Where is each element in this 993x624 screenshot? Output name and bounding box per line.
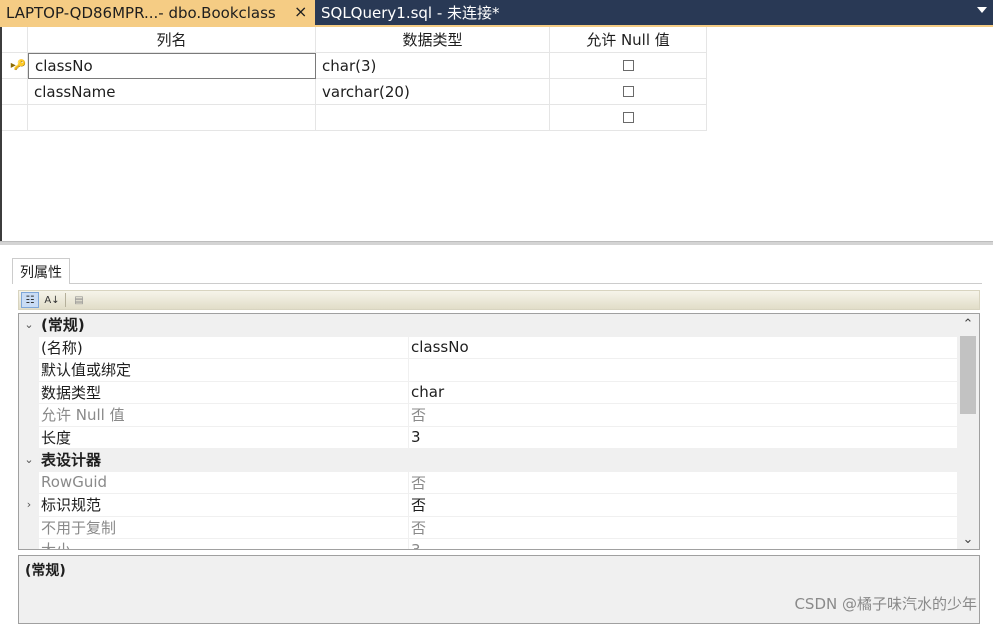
tab-bookclass-label: LAPTOP-QD86MPR...- dbo.Bookclass — [6, 3, 276, 22]
table-row[interactable] — [2, 105, 707, 131]
collapse-icon[interactable]: ⌄ — [19, 449, 39, 471]
allow-null-checkbox[interactable] — [622, 86, 634, 97]
description-title: (常规) — [25, 563, 66, 579]
row-gutter — [19, 381, 39, 403]
property-value — [411, 314, 957, 336]
column-name-cell[interactable] — [28, 105, 316, 131]
property-name: RowGuid — [41, 471, 409, 493]
property-value[interactable]: 否 — [411, 517, 957, 539]
property-pages-icon[interactable]: ▤ — [70, 292, 88, 308]
property-row[interactable]: (名称) classNo — [19, 336, 957, 359]
property-grid-scrollbar[interactable]: ⌃ ⌄ — [957, 314, 979, 549]
property-name: 长度 — [41, 426, 409, 448]
property-category[interactable]: ⌄ 表设计器 — [19, 449, 957, 472]
property-name: 数据类型 — [41, 381, 409, 403]
row-gutter — [19, 471, 39, 493]
table-row[interactable]: className varchar(20) — [2, 79, 707, 105]
property-name: 不用于复制 — [41, 516, 409, 538]
data-type-cell[interactable]: varchar(20) — [316, 79, 550, 105]
property-name: 大小 — [41, 539, 409, 549]
property-value[interactable]: 否 — [411, 494, 957, 516]
tab-dropdown-icon[interactable] — [977, 7, 987, 13]
row-gutter — [19, 426, 39, 448]
property-row[interactable]: 数据类型 char — [19, 381, 957, 404]
scroll-down-icon[interactable]: ⌄ — [957, 529, 979, 549]
categorized-icon[interactable]: ☷ — [21, 292, 39, 308]
property-row[interactable]: 默认值或绑定 — [19, 359, 957, 382]
property-value[interactable]: classNo — [411, 337, 957, 359]
property-category-label: 表设计器 — [41, 451, 102, 470]
property-row[interactable]: 不用于复制否 — [19, 516, 957, 539]
property-category-label: (常规) — [41, 316, 85, 335]
property-value[interactable]: 否 — [411, 404, 957, 426]
header-column-name[interactable]: 列名 — [28, 27, 316, 53]
data-type-cell[interactable] — [316, 105, 550, 131]
data-type-cell[interactable]: char(3) — [316, 53, 550, 79]
row-selector[interactable] — [2, 105, 28, 131]
expand-icon[interactable]: › — [19, 494, 39, 516]
property-name: 默认值或绑定 — [41, 359, 409, 381]
property-value[interactable]: 3 — [411, 539, 957, 549]
property-row[interactable]: 大小3 — [19, 539, 957, 549]
table-designer-area: 列名 数据类型 允许 Null 值 ▸🔑 classNo char(3) cla… — [0, 27, 993, 241]
toolbar-separator — [65, 293, 66, 307]
tab-sqlquery1-label: SQLQuery1.sql - 未连接* — [321, 4, 500, 22]
row-selector[interactable]: ▸🔑 — [2, 53, 28, 79]
property-grid: ⌄ (常规) (名称) classNo 默认值或绑定 数据类型 char 允许 Null 值否… — [18, 313, 980, 550]
property-value[interactable]: 否 — [411, 472, 957, 494]
allow-null-cell[interactable] — [550, 53, 707, 79]
collapse-icon[interactable]: ⌄ — [19, 314, 39, 336]
allow-null-checkbox[interactable] — [622, 60, 634, 71]
table-row[interactable]: ▸🔑 classNo char(3) — [2, 53, 707, 79]
scroll-thumb[interactable] — [960, 336, 976, 414]
scroll-up-icon[interactable]: ⌃ — [957, 314, 979, 334]
allow-null-cell[interactable] — [550, 79, 707, 105]
row-selector[interactable] — [2, 79, 28, 105]
sort-alphabetical-icon[interactable]: A↓ — [43, 292, 61, 308]
property-value[interactable] — [411, 359, 957, 381]
property-row[interactable]: › 标识规范否 — [19, 494, 957, 517]
properties-toolbar: ☷ A↓ ▤ — [18, 290, 980, 310]
tab-column-properties[interactable]: 列属性 — [12, 258, 70, 284]
property-value — [411, 449, 957, 471]
row-gutter — [19, 404, 39, 426]
property-value[interactable]: char — [411, 382, 957, 404]
close-icon[interactable]: × — [294, 2, 307, 21]
tab-bookclass-designer[interactable]: LAPTOP-QD86MPR...- dbo.Bookclass × — [0, 0, 315, 25]
property-row[interactable]: 长度 3 — [19, 426, 957, 449]
pane-splitter[interactable] — [0, 241, 993, 245]
row-gutter — [19, 359, 39, 381]
property-name: 标识规范 — [41, 494, 409, 516]
property-name: (名称) — [41, 336, 409, 358]
allow-null-cell[interactable] — [550, 105, 707, 131]
row-gutter — [19, 539, 39, 549]
property-value[interactable]: 3 — [411, 427, 957, 449]
property-name: 允许 Null 值 — [41, 404, 409, 426]
column-name-cell[interactable]: classNo — [28, 53, 316, 79]
row-gutter — [19, 336, 39, 358]
row-header-corner — [2, 27, 28, 53]
property-category[interactable]: ⌄ (常规) — [19, 314, 957, 337]
property-row[interactable]: RowGuid 否 — [19, 471, 957, 494]
property-row[interactable]: 允许 Null 值否 — [19, 404, 957, 427]
allow-null-checkbox[interactable] — [622, 112, 634, 123]
header-data-type[interactable]: 数据类型 — [316, 27, 550, 53]
primary-key-icon: ▸🔑 — [10, 60, 27, 71]
header-allow-null[interactable]: 允许 Null 值 — [550, 27, 707, 53]
tab-sqlquery1[interactable]: SQLQuery1.sql - 未连接* — [315, 0, 615, 25]
row-gutter — [19, 516, 39, 538]
column-name-cell[interactable]: className — [28, 79, 316, 105]
grid-header-row: 列名 数据类型 允许 Null 值 — [2, 27, 707, 53]
document-tab-bar: LAPTOP-QD86MPR...- dbo.Bookclass × SQLQu… — [0, 0, 993, 27]
watermark-text: CSDN @橘子味汽水的少年 — [794, 595, 977, 613]
